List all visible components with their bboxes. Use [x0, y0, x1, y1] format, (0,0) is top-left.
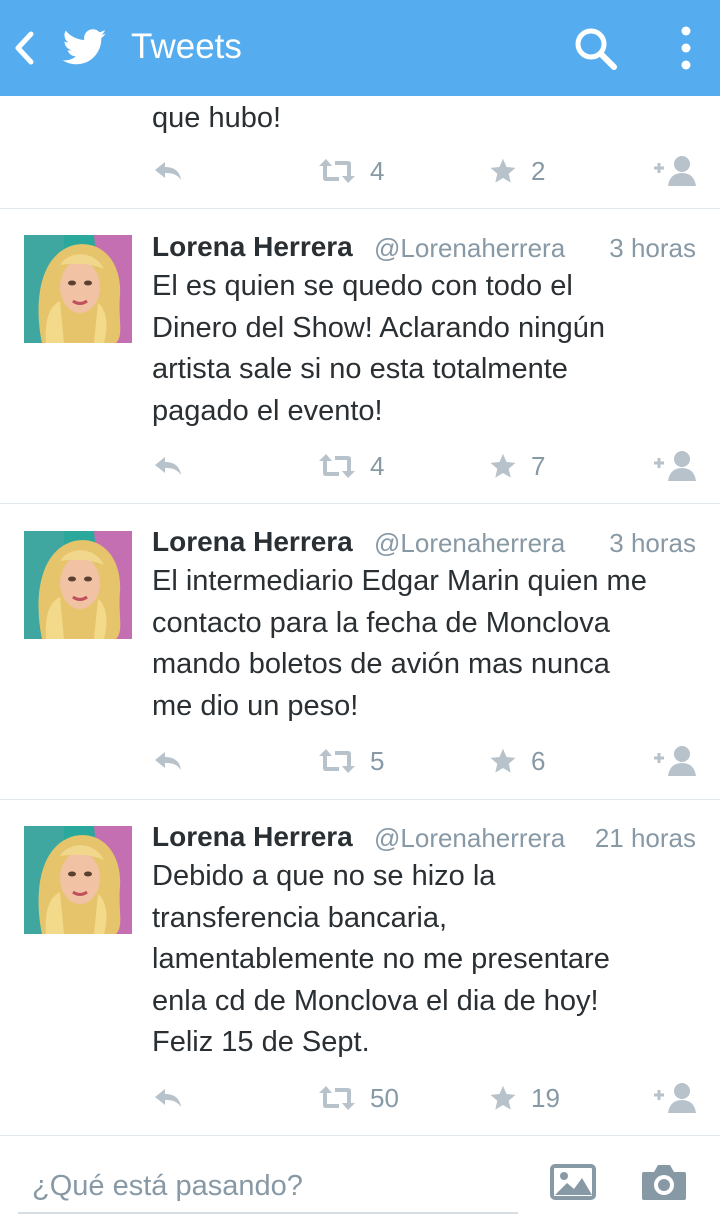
- reply-icon: [155, 162, 181, 180]
- author-handle[interactable]: @Lorenaherrera: [374, 231, 565, 265]
- retweet-icon: [319, 454, 355, 478]
- follow-icon: [654, 1083, 696, 1113]
- favorite-button[interactable]: 6: [489, 741, 545, 781]
- retweet-count: 4: [370, 451, 385, 481]
- follow-button[interactable]: [654, 151, 698, 191]
- retweet-count: 50: [370, 1083, 399, 1113]
- favorite-star-icon: [490, 1085, 516, 1110]
- photo-icon[interactable]: [550, 1164, 596, 1200]
- retweet-count: 4: [370, 156, 385, 186]
- favorite-count: 6: [531, 746, 546, 776]
- tweet-time: 21 horas: [594, 823, 696, 853]
- tweet-text: que hubo!: [152, 102, 282, 134]
- tweet-text: El es quien se quedo con todo el Dinero …: [152, 270, 606, 427]
- timeline[interactable]: que hubo! 4 2 Lorena Herrera @Lorenaherr…: [0, 96, 720, 1136]
- tweet-time: 3 horas: [609, 233, 696, 263]
- tweet-text: El intermediario Edgar Marin quien me co…: [152, 565, 647, 722]
- favorite-count: 19: [531, 1083, 560, 1113]
- screen-title: Tweets: [131, 27, 242, 66]
- tweet-partial[interactable]: que hubo! 4 2: [0, 96, 720, 209]
- reply-button[interactable]: [153, 1078, 183, 1118]
- retweet-count: 5: [370, 746, 385, 776]
- retweet-button[interactable]: 5: [318, 741, 384, 781]
- retweet-button[interactable]: 50: [318, 1078, 399, 1118]
- reply-button[interactable]: [153, 151, 183, 191]
- follow-button[interactable]: [654, 1078, 698, 1118]
- favorite-button[interactable]: 7: [489, 446, 545, 486]
- tweet-header: Lorena Herrera @Lorenaherrera 3 horas: [152, 229, 696, 265]
- tweet-actions: 50 19: [0, 1078, 720, 1118]
- follow-button[interactable]: [654, 741, 698, 781]
- favorite-count: 7: [531, 451, 546, 481]
- camera-icon[interactable]: [640, 1162, 688, 1202]
- author-name[interactable]: Lorena Herrera: [152, 524, 353, 560]
- retweet-button[interactable]: 4: [318, 446, 384, 486]
- tweet-actions: 5 6: [0, 741, 720, 781]
- favorite-star-icon: [490, 158, 516, 183]
- overflow-menu-icon[interactable]: [672, 24, 700, 72]
- favorite-count: 2: [531, 156, 546, 186]
- tweet[interactable]: Lorena Herrera @Lorenaherrera 3 horas El…: [0, 208, 720, 504]
- author-handle[interactable]: @Lorenaherrera: [374, 526, 565, 560]
- avatar[interactable]: [24, 235, 132, 343]
- tweet-actions: 4 2: [0, 151, 720, 191]
- follow-icon: [654, 156, 696, 186]
- twitter-bird-icon: [62, 29, 107, 65]
- retweet-icon: [319, 749, 355, 773]
- retweet-button[interactable]: 4: [318, 151, 384, 191]
- favorite-button[interactable]: 19: [489, 1078, 560, 1118]
- compose-input[interactable]: [18, 1160, 518, 1214]
- tweet-time: 3 horas: [609, 528, 696, 558]
- search-icon[interactable]: [573, 26, 619, 72]
- top-app-bar: Tweets: [0, 0, 720, 96]
- tweet[interactable]: Lorena Herrera @Lorenaherrera 3 horas El…: [0, 504, 720, 800]
- compose-bar: [0, 1136, 720, 1232]
- tweet-text: Debido a que no se hizo la transferencia…: [152, 860, 610, 1058]
- author-handle[interactable]: @Lorenaherrera: [374, 821, 565, 855]
- back-icon[interactable]: [12, 30, 38, 66]
- tweet-header: Lorena Herrera @Lorenaherrera 21 horas: [152, 819, 696, 855]
- author-name[interactable]: Lorena Herrera: [152, 229, 353, 265]
- reply-icon: [155, 457, 181, 475]
- retweet-icon: [319, 1086, 355, 1110]
- tweet-actions: 4 7: [0, 446, 720, 486]
- tweet[interactable]: Lorena Herrera @Lorenaherrera 21 horas D…: [0, 800, 720, 1136]
- author-name[interactable]: Lorena Herrera: [152, 819, 353, 855]
- reply-icon: [155, 752, 181, 770]
- avatar[interactable]: [24, 531, 132, 639]
- follow-button[interactable]: [654, 446, 698, 486]
- retweet-icon: [319, 159, 355, 183]
- favorite-star-icon: [490, 748, 516, 773]
- follow-icon: [654, 746, 696, 776]
- tweet-header: Lorena Herrera @Lorenaherrera 3 horas: [152, 524, 696, 560]
- favorite-button[interactable]: 2: [489, 151, 545, 191]
- reply-button[interactable]: [153, 446, 183, 486]
- reply-button[interactable]: [153, 741, 183, 781]
- reply-icon: [155, 1089, 181, 1107]
- avatar[interactable]: [24, 826, 132, 934]
- favorite-star-icon: [490, 453, 516, 478]
- follow-icon: [654, 451, 696, 481]
